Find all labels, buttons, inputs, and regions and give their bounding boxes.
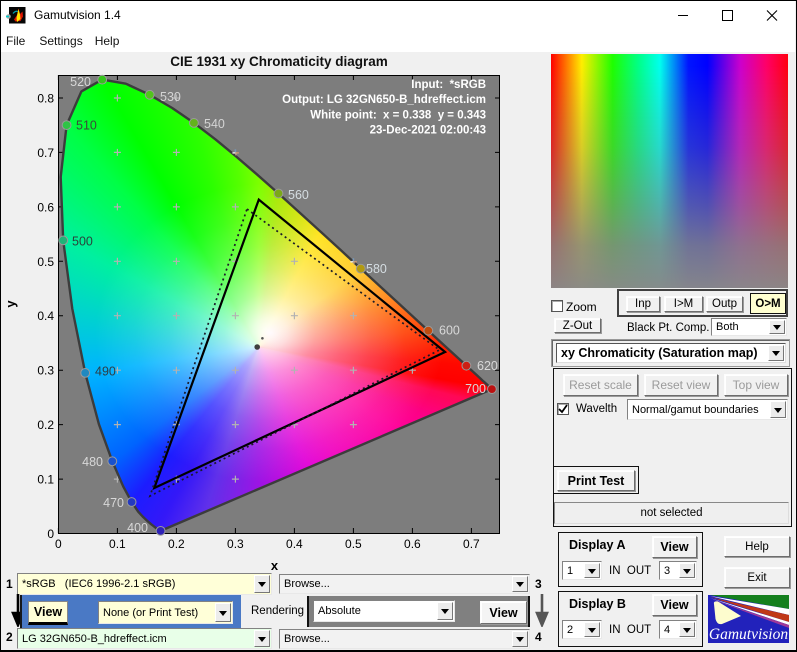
svg-text:CIE 1931 xy Chromaticity diagr: CIE 1931 xy Chromaticity diagram: [170, 54, 388, 69]
svg-text:490: 490: [95, 365, 116, 379]
svg-text:0.2: 0.2: [37, 418, 54, 432]
svg-text:0.3: 0.3: [227, 537, 244, 551]
svg-text:0.4: 0.4: [37, 309, 54, 323]
svg-text:0.7: 0.7: [37, 146, 54, 160]
svg-text:0: 0: [47, 527, 54, 541]
svg-text:Output: LG 32GN650-B_hdreffect: Output: LG 32GN650-B_hdreffect.icm: [282, 94, 486, 106]
svg-text:600: 600: [439, 324, 460, 338]
svg-text:0.4: 0.4: [286, 537, 303, 551]
svg-text:510: 510: [76, 119, 97, 133]
svg-text:700: 700: [465, 382, 486, 396]
svg-text:500: 500: [72, 235, 93, 249]
svg-text:y: y: [3, 300, 18, 308]
svg-text:400: 400: [127, 521, 148, 535]
svg-text:0.8: 0.8: [37, 92, 54, 106]
svg-text:Gamutvision: Gamutvision: [709, 626, 788, 643]
svg-text:Input: *sRGB: Input: *sRGB: [411, 79, 486, 91]
svg-text:0.6: 0.6: [37, 200, 54, 214]
svg-text:23-Dec-2021 02:00:43: 23-Dec-2021 02:00:43: [370, 125, 486, 137]
svg-text:560: 560: [288, 188, 309, 202]
svg-text:0.7: 0.7: [463, 537, 480, 551]
svg-text:0.3: 0.3: [37, 364, 54, 378]
svg-text:580: 580: [366, 262, 387, 276]
svg-text:0.1: 0.1: [37, 473, 54, 487]
svg-text:White point: x = 0.338 y = 0: White point: x = 0.338 y = 0.343: [310, 110, 486, 122]
svg-text:530: 530: [160, 90, 181, 104]
svg-text:0: 0: [55, 537, 62, 551]
svg-text:470: 470: [103, 496, 124, 510]
svg-text:540: 540: [204, 117, 225, 131]
svg-text:480: 480: [82, 455, 103, 469]
svg-text:620: 620: [477, 359, 498, 373]
svg-text:x: x: [271, 558, 279, 573]
svg-text:0.5: 0.5: [345, 537, 362, 551]
svg-text:0.1: 0.1: [109, 537, 126, 551]
svg-text:520: 520: [70, 75, 91, 89]
svg-text:0.5: 0.5: [37, 255, 54, 269]
svg-text:0.6: 0.6: [404, 537, 421, 551]
svg-text:0.2: 0.2: [168, 537, 185, 551]
